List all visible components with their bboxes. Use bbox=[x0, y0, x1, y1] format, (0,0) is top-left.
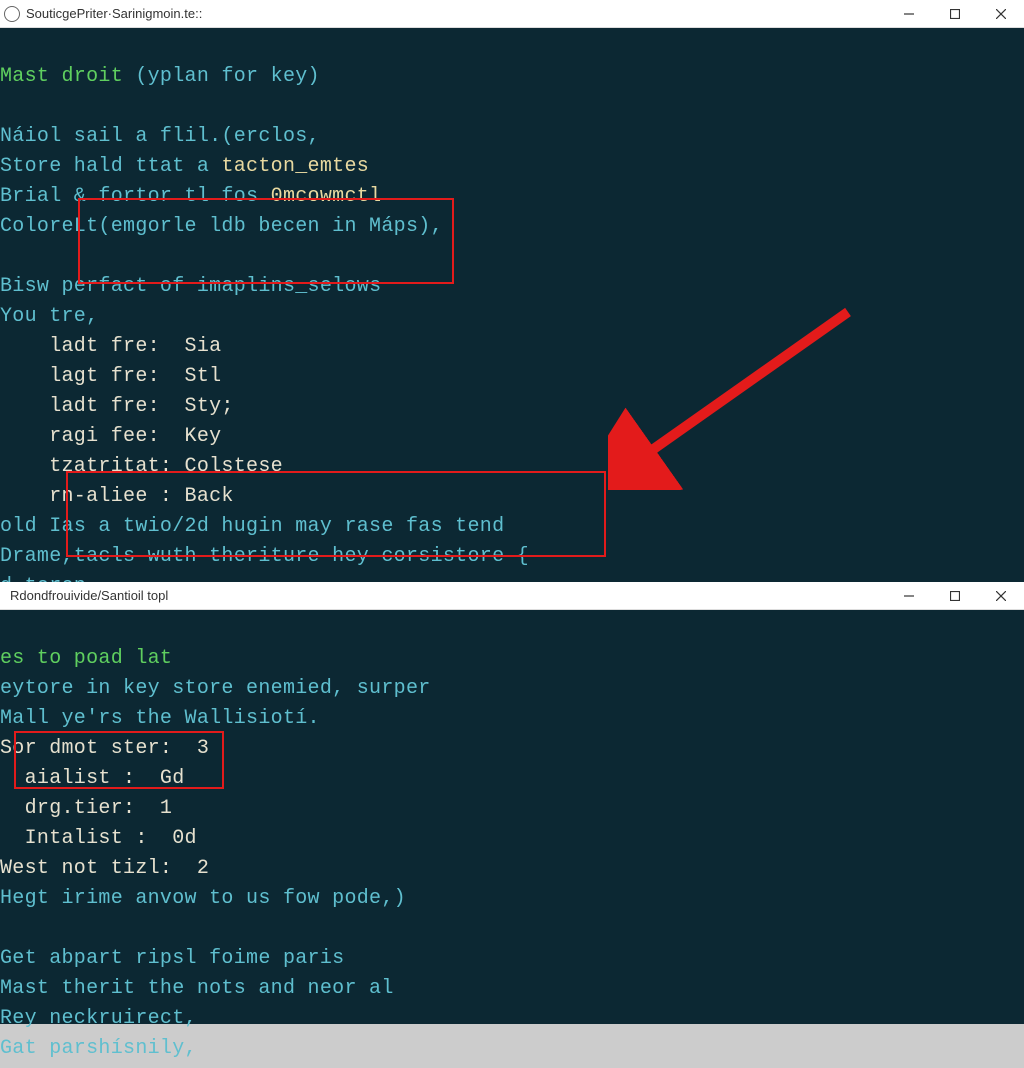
terminal-line: drg.tier: 1 bbox=[0, 797, 172, 820]
close-button-1[interactable] bbox=[978, 0, 1024, 27]
terminal-line: Bisw pe bbox=[0, 275, 86, 298]
terminal-line: rn-aliee : Back bbox=[0, 485, 234, 508]
window-title-2: Rdondfrouivide/Santioil topl bbox=[4, 588, 886, 603]
terminal-body-1[interactable]: Mast droit (yplan for key) Náiol sail a … bbox=[0, 28, 1024, 606]
terminal-line: You tre, bbox=[0, 305, 98, 328]
terminal-line: aialist : Gd bbox=[0, 767, 185, 790]
terminal-line: tzatritat: Colstese bbox=[0, 455, 283, 478]
terminal-line: ladt fre: Sia bbox=[0, 335, 221, 358]
minimize-icon bbox=[904, 591, 914, 601]
app-icon-1 bbox=[4, 6, 20, 22]
terminal-line: West not tizl: 2 bbox=[0, 857, 209, 880]
titlebar-2[interactable]: Rdondfrouivide/Santioil topl bbox=[0, 582, 1024, 610]
maximize-icon bbox=[950, 9, 960, 19]
terminal-line: tacls wuth theriture hey corsistore { bbox=[74, 545, 529, 568]
terminal-line: ColoreLt( bbox=[0, 215, 111, 238]
terminal-line: Mall ye'rs the Wallisiotí. bbox=[0, 707, 320, 730]
window-title-1: SouticgePriter·Sarinigmoin.te:: bbox=[26, 6, 886, 21]
terminal-body-2[interactable]: es to poad lat eytore in key store enemi… bbox=[0, 610, 1024, 1068]
terminal-line: Náiol sail a flil.(erclos, bbox=[0, 125, 320, 148]
terminal-line: Mast droit bbox=[0, 65, 135, 88]
terminal-line: Hegt irime anvow to us fow pode,) bbox=[0, 887, 406, 910]
terminal-line: Drame, bbox=[0, 545, 74, 568]
terminal-line: Get abpart ripsl foime paris bbox=[0, 947, 344, 970]
terminal-line: Store hald ttat a bbox=[0, 155, 221, 178]
terminal-line: s a twio/2d hugin may rase fas tend bbox=[74, 515, 505, 538]
close-icon bbox=[996, 9, 1006, 19]
terminal-line: old Ia bbox=[0, 515, 74, 538]
maximize-button-2[interactable] bbox=[932, 582, 978, 609]
terminal-line: Intalist : 0d bbox=[0, 827, 197, 850]
terminal-line: tacton_emtes bbox=[221, 155, 369, 178]
terminal-line: ragi fee: Key bbox=[0, 425, 221, 448]
terminal-line: Gat parshísnily, bbox=[0, 1037, 197, 1060]
terminal-line: emgorle ldb becen in Máps), bbox=[111, 215, 443, 238]
terminal-line: eytore in key store enemied, surper bbox=[0, 677, 431, 700]
terminal-line: Brial & fortor tl fos bbox=[0, 185, 271, 208]
terminal-line: (yplan for key) bbox=[135, 65, 320, 88]
terminal-line: lagt fre: Stl bbox=[0, 365, 221, 388]
window-controls-1 bbox=[886, 0, 1024, 27]
terminal-line: Rey neckruirect, bbox=[0, 1007, 197, 1030]
terminal-line: 0mcowmctl bbox=[271, 185, 382, 208]
window-controls-2 bbox=[886, 582, 1024, 609]
minimize-button-1[interactable] bbox=[886, 0, 932, 27]
terminal-line: ladt fre: Sty; bbox=[0, 395, 234, 418]
minimize-button-2[interactable] bbox=[886, 582, 932, 609]
close-button-2[interactable] bbox=[978, 582, 1024, 609]
terminal-window-1: SouticgePriter·Sarinigmoin.te:: Mast dro… bbox=[0, 0, 1024, 582]
terminal-line: es to poad lat bbox=[0, 647, 172, 670]
terminal-line: Mast therit the nots and neor al bbox=[0, 977, 394, 1000]
titlebar-1[interactable]: SouticgePriter·Sarinigmoin.te:: bbox=[0, 0, 1024, 28]
terminal-line: Sor dmot ster: 3 bbox=[0, 737, 209, 760]
minimize-icon bbox=[904, 9, 914, 19]
close-icon bbox=[996, 591, 1006, 601]
terminal-line: rfact of imaplins_selows bbox=[86, 275, 381, 298]
maximize-button-1[interactable] bbox=[932, 0, 978, 27]
terminal-window-2: Rdondfrouivide/Santioil topl es to poad … bbox=[0, 582, 1024, 1024]
maximize-icon bbox=[950, 591, 960, 601]
